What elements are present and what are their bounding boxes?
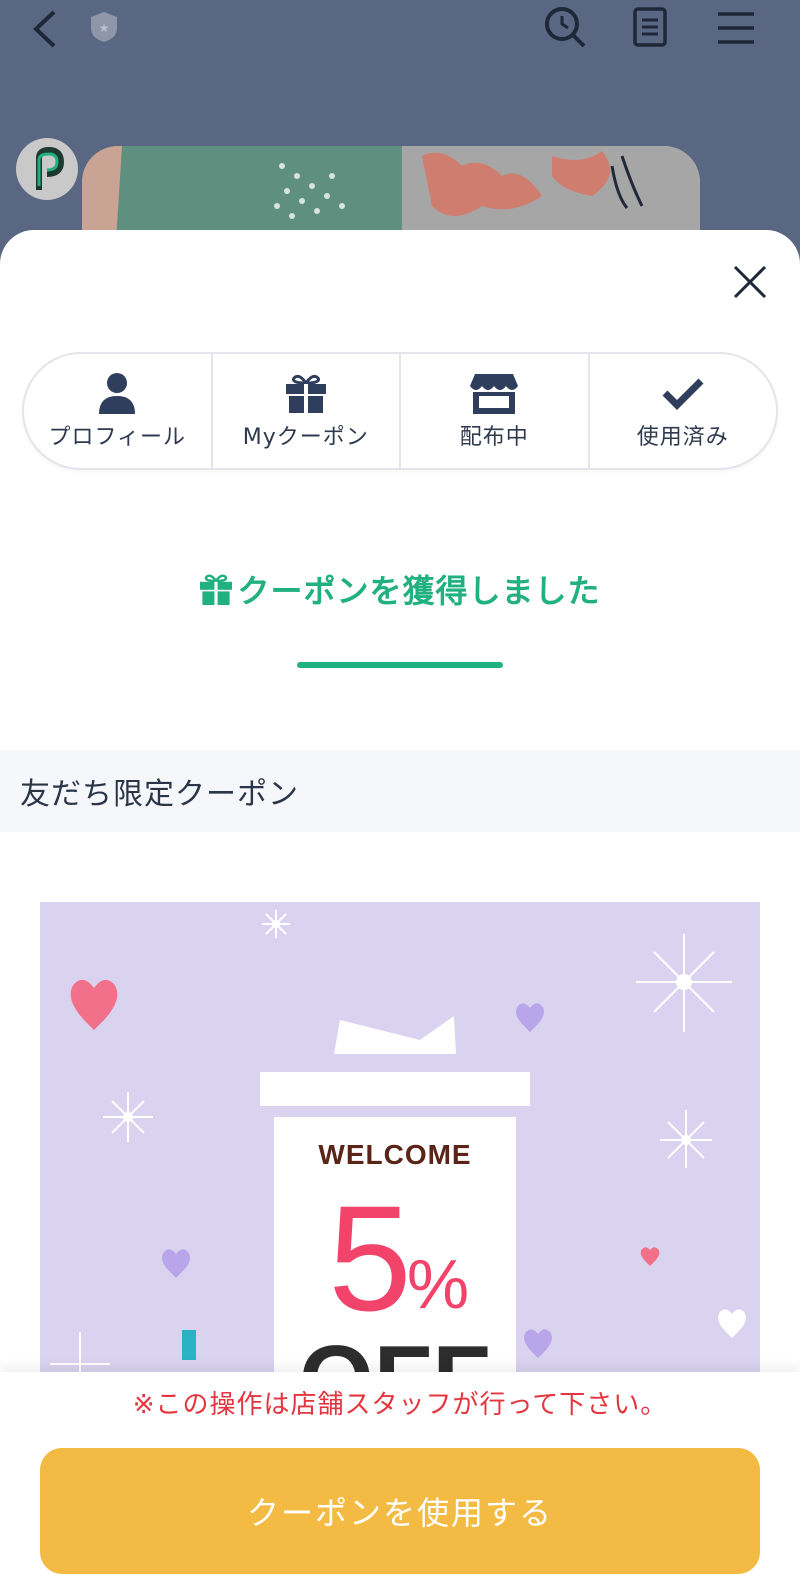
tab-distributing[interactable]: 配布中 (401, 354, 590, 468)
person-icon (97, 371, 137, 415)
section-title: 友だち限定クーポン (20, 777, 299, 812)
coupon-tabs: プロフィール Myクーポン 配布中 使用済み (22, 352, 778, 470)
search-icon[interactable] (542, 4, 588, 54)
acquired-title: クーポンを獲得しました (237, 572, 601, 610)
notes-icon[interactable] (632, 6, 668, 52)
menu-icon[interactable] (716, 8, 756, 52)
tab-distributing-label: 配布中 (459, 425, 529, 450)
coupon-discount-number: 5 (328, 1174, 411, 1342)
tab-profile[interactable]: プロフィール (24, 354, 213, 468)
account-avatar[interactable] (16, 138, 78, 200)
tab-my-coupon[interactable]: Myクーポン (213, 354, 401, 468)
coupon-discount-percent: % (407, 1245, 469, 1323)
tab-used[interactable]: 使用済み (590, 354, 777, 468)
store-icon (469, 371, 519, 415)
coupon-welcome-text: WELCOME (318, 1139, 471, 1170)
close-button[interactable] (728, 260, 772, 304)
tab-profile-label: プロフィール (48, 425, 187, 450)
shield-star-icon: ★ (88, 10, 120, 48)
gift-icon (285, 371, 327, 415)
close-icon (733, 265, 767, 299)
use-coupon-label: クーポンを使用する (246, 1494, 553, 1532)
staff-notice: ※この操作は店舗スタッフが行って下さい。 (132, 1390, 668, 1420)
acquired-heading: クーポンを獲得しました (0, 566, 800, 612)
back-arrow-icon[interactable] (30, 8, 60, 54)
bottom-action-bar: ※この操作は店舗スタッフが行って下さい。 クーポンを使用する (0, 1372, 800, 1586)
section-header: 友だち限定クーポン (0, 750, 800, 832)
svg-text:★: ★ (99, 21, 110, 35)
tab-used-label: 使用済み (636, 425, 729, 450)
acquired-underline (297, 662, 503, 668)
tab-my-coupon-label: Myクーポン (242, 425, 369, 450)
use-coupon-button[interactable]: クーポンを使用する (40, 1448, 760, 1574)
coupon-image: WELCOME 5 % OFF (40, 902, 760, 1422)
check-icon (662, 371, 704, 415)
gift-icon (200, 574, 233, 605)
